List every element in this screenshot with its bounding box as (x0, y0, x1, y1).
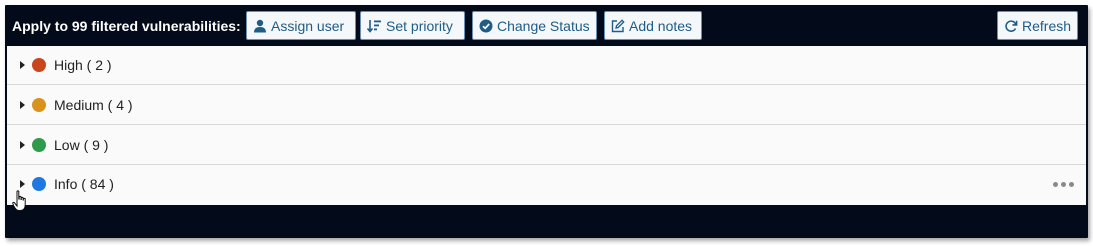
sort-icon (367, 19, 382, 33)
more-dot (1069, 181, 1074, 187)
severity-dot (32, 58, 46, 72)
assign-user-label: Assign user (271, 17, 345, 34)
expand-caret-icon[interactable] (20, 61, 25, 69)
bulk-actions-toolbar: Apply to 99 filtered vulnerabilities: As… (5, 5, 1088, 46)
bulk-actions-panel: Apply to 99 filtered vulnerabilities: As… (5, 5, 1088, 238)
refresh-button[interactable]: Refresh (997, 11, 1078, 40)
severity-dot (32, 98, 46, 112)
edit-icon (611, 18, 625, 33)
severity-dot (32, 138, 46, 152)
refresh-label: Refresh (1022, 17, 1072, 34)
severity-group-info[interactable]: Info ( 84 ) (7, 165, 1086, 204)
more-options-icon[interactable] (1053, 177, 1074, 191)
refresh-icon (1004, 19, 1018, 33)
expand-caret-icon[interactable] (20, 141, 25, 149)
severity-group-label: High ( 2 ) (54, 57, 112, 73)
severity-group-label: Medium ( 4 ) (54, 97, 133, 113)
severity-group-label: Low ( 9 ) (54, 137, 109, 153)
severity-group-label: Info ( 84 ) (54, 176, 114, 192)
user-icon (253, 19, 267, 33)
expand-caret-icon[interactable] (20, 101, 25, 109)
add-notes-button[interactable]: Add notes (604, 11, 702, 40)
change-status-label: Change Status (497, 17, 590, 34)
add-notes-label: Add notes (629, 17, 693, 34)
severity-group-high[interactable]: High ( 2 ) (7, 46, 1086, 85)
severity-dot (32, 177, 46, 191)
set-priority-label: Set priority (386, 17, 453, 34)
assign-user-button[interactable]: Assign user (246, 11, 356, 40)
more-dot (1053, 181, 1058, 187)
check-circle-icon (479, 19, 493, 33)
severity-group-medium[interactable]: Medium ( 4 ) (7, 86, 1086, 125)
change-status-button[interactable]: Change Status (472, 11, 597, 40)
more-dot (1061, 181, 1066, 187)
apply-label: Apply to 99 filtered vulnerabilities: (12, 18, 241, 34)
hand-cursor-icon (12, 190, 28, 217)
severity-group-list: High ( 2 ) Medium ( 4 ) Low ( 9 ) Info (… (7, 46, 1086, 205)
expand-caret-icon[interactable] (20, 180, 25, 188)
severity-group-low[interactable]: Low ( 9 ) (7, 126, 1086, 165)
set-priority-button[interactable]: Set priority (360, 11, 465, 40)
